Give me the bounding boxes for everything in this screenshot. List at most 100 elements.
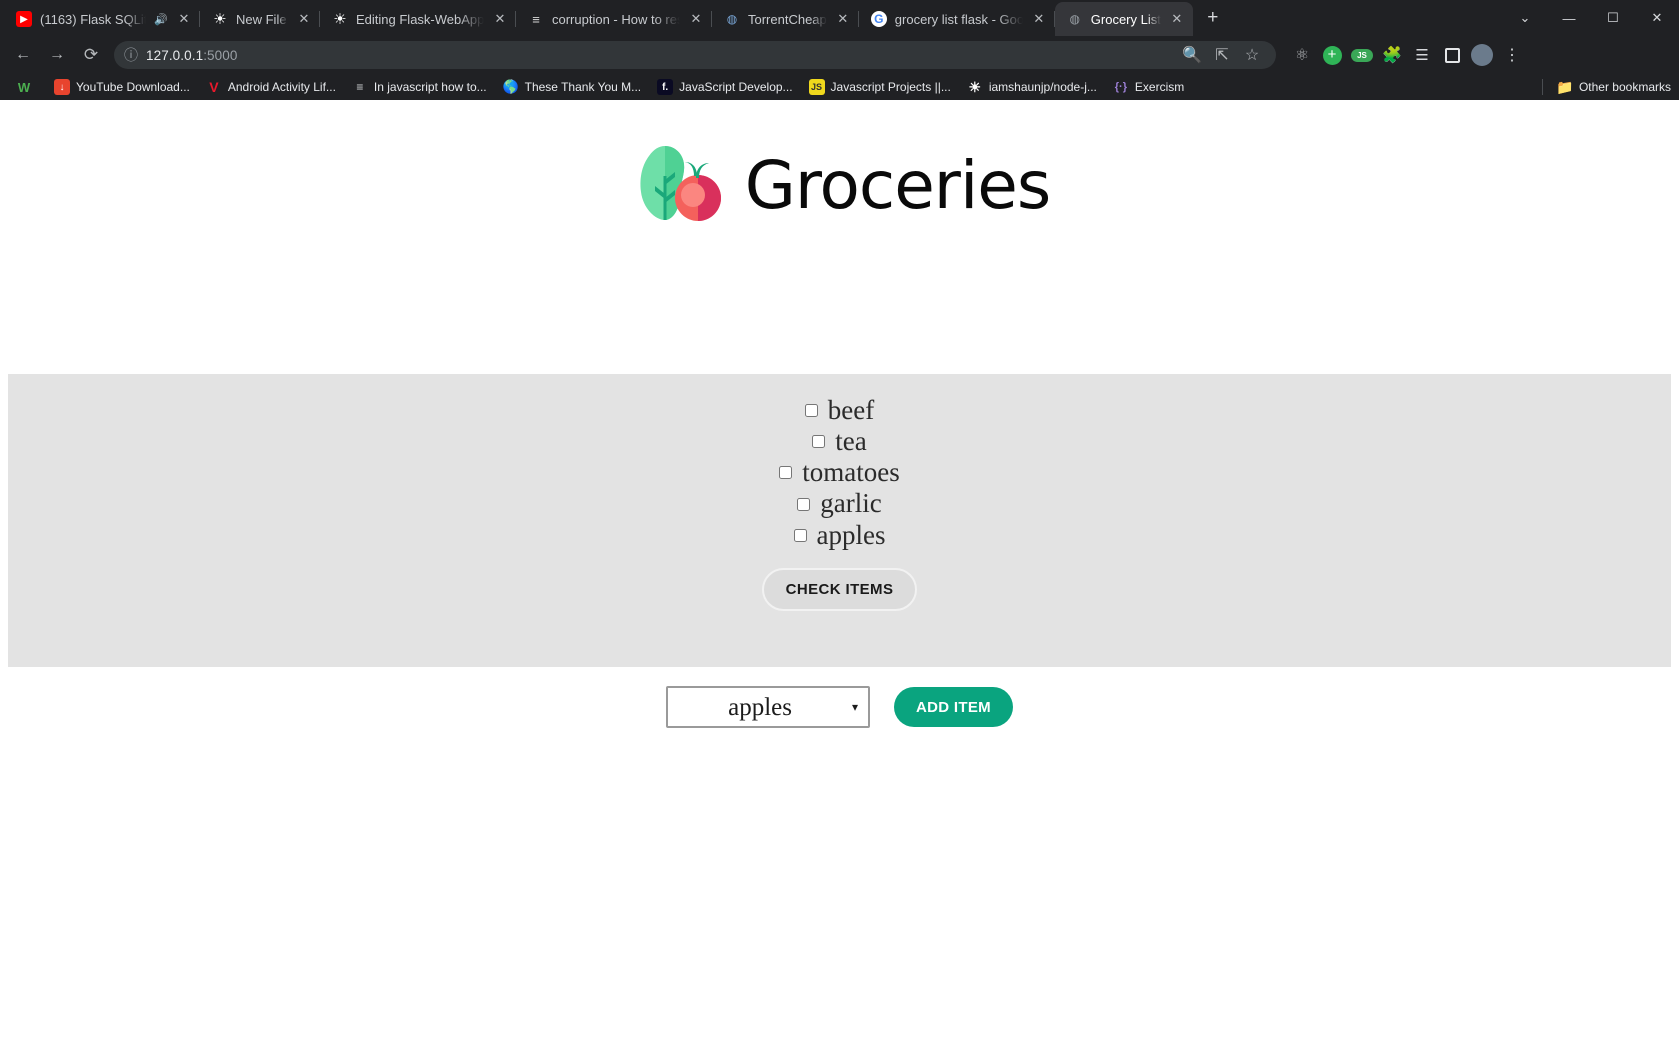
google-icon: G [870, 11, 887, 27]
bookmarks-bar: W ↓ YouTube Download... V Android Activi… [0, 74, 1679, 100]
window-controls: ⌄ — ☐ ✕ [1503, 0, 1679, 36]
tab-title: Grocery List [1090, 11, 1161, 27]
js-icon: JS [808, 79, 825, 95]
bookmark-label: YouTube Download... [76, 80, 190, 94]
share-icon[interactable]: ⇱ [1208, 41, 1236, 69]
bookmark-label: Android Activity Lif... [227, 80, 336, 94]
github-icon: ☀ [333, 11, 347, 27]
browser-tab-active[interactable]: ◍ Grocery List ✕ [1054, 2, 1193, 36]
grocery-item-list: beef tea tomatoes garlic apples [779, 395, 900, 552]
check-items-button[interactable]: CHECK ITEMS [761, 567, 918, 611]
browser-chrome: ▶ (1163) Flask SQLite W 🔊 ✕ ☀ New File ✕… [0, 0, 1679, 100]
puzzle-extensions-icon[interactable]: 🧩 [1378, 41, 1406, 69]
avatar[interactable] [1468, 41, 1496, 69]
tab-title: (1163) Flask SQLite W [40, 11, 147, 27]
item-checkbox[interactable] [812, 435, 826, 449]
medium-icon: V [209, 79, 219, 95]
tab-close-icon[interactable]: ✕ [1031, 11, 1047, 27]
list-item-label: beef [827, 395, 875, 425]
download-red-icon: ↓ [54, 79, 70, 95]
tab-title: grocery list flask - Google [894, 11, 1023, 27]
navigation-bar: ← → ⟳ ⓘ 127.0.0.1:5000 🔍 ⇱ ☆ ⚛ + JS 🧩 ☰ [0, 36, 1679, 74]
app-header: Groceries [0, 100, 1679, 229]
bookmark-item[interactable]: V Android Activity Lif... [198, 76, 344, 98]
bookmark-item[interactable]: 🌎 These Thank You M... [495, 76, 650, 98]
item-select[interactable]: apples beef tea tomatoes garlic [666, 686, 871, 728]
globe-icon: 🌎 [502, 79, 519, 94]
page-title: Groceries [744, 146, 1052, 224]
bookmark-label: Exercism [1134, 80, 1185, 94]
close-window-button[interactable]: ✕ [1635, 2, 1679, 34]
bookmark-star-icon[interactable]: ☆ [1238, 41, 1266, 69]
tab-close-icon[interactable]: ✕ [296, 11, 312, 27]
address-bar-url: 127.0.0.1:5000 [146, 48, 238, 63]
list-item[interactable]: garlic [797, 488, 882, 519]
tab-title: Editing Flask-WebApp/RE [356, 11, 484, 27]
tab-close-icon[interactable]: ✕ [492, 11, 508, 27]
item-select-wrapper: apples beef tea tomatoes garlic ▾ [666, 686, 871, 728]
browser-tab[interactable]: ☀ New File ✕ [200, 2, 320, 36]
browser-tab[interactable]: ▶ (1163) Flask SQLite W 🔊 ✕ [4, 2, 200, 36]
maximize-button[interactable]: ☐ [1591, 2, 1635, 34]
page-content: Groceries beef tea tomatoes garlic apple… [0, 100, 1679, 1049]
site-info-icon[interactable]: ⓘ [124, 45, 138, 65]
zoom-icon[interactable]: 🔍 [1178, 41, 1206, 69]
bookmark-item[interactable]: W [8, 76, 46, 98]
address-bar[interactable]: ⓘ 127.0.0.1:5000 🔍 ⇱ ☆ [114, 41, 1276, 69]
bookmark-item[interactable]: ☀ iamshaunjp/node-j... [959, 76, 1105, 98]
tab-title: New File [236, 11, 287, 27]
bookmark-label: In javascript how to... [373, 80, 487, 94]
tab-close-icon[interactable]: ✕ [688, 11, 704, 27]
browser-tab[interactable]: G grocery list flask - Google ✕ [859, 2, 1055, 36]
browser-menu-button[interactable]: ⋮ [1498, 41, 1526, 69]
bookmark-label: iamshaunjp/node-j... [988, 80, 1097, 94]
back-button[interactable]: ← [8, 40, 38, 70]
bookmark-item[interactable]: ↓ YouTube Download... [46, 76, 198, 98]
bookmark-item[interactable]: JS Javascript Projects ||... [801, 76, 959, 98]
bookmark-item[interactable]: {·} Exercism [1105, 76, 1192, 98]
item-checkbox[interactable] [797, 497, 811, 511]
github-icon: ☀ [213, 11, 227, 27]
groceries-leaf-apple-logo [629, 142, 727, 229]
list-item[interactable]: beef [804, 395, 875, 425]
new-tab-button[interactable]: + [1199, 5, 1227, 33]
tab-audio-icon[interactable]: 🔊 [154, 13, 168, 26]
react-devtools-icon[interactable]: ⚛ [1288, 41, 1316, 69]
bookmark-label: These Thank You M... [524, 80, 642, 94]
tab-title: TorrentCheap [748, 11, 827, 27]
list-item-label: apples [816, 519, 886, 550]
stackoverflow-icon: ≡ [356, 80, 364, 94]
tab-close-icon[interactable]: ✕ [176, 11, 192, 27]
item-checkbox[interactable] [793, 528, 807, 542]
other-bookmarks-area: 📁 Other bookmarks [1534, 79, 1671, 95]
url-host: 127.0.0.1 [146, 47, 204, 63]
reload-button[interactable]: ⟳ [76, 40, 106, 70]
bookmark-item[interactable]: f. JavaScript Develop... [649, 76, 800, 98]
w3schools-icon: W [17, 79, 31, 95]
extensions-area: ⚛ + JS 🧩 ☰ ⋮ [1282, 41, 1526, 69]
stackoverflow-icon: ≡ [532, 11, 540, 27]
generic-site-icon: ◍ [726, 12, 738, 26]
tab-close-icon[interactable]: ✕ [1169, 11, 1185, 27]
tab-close-icon[interactable]: ✕ [835, 11, 851, 27]
javascript-icon[interactable]: JS [1348, 41, 1376, 69]
add-item-button[interactable]: ADD ITEM [894, 687, 1013, 727]
browser-tab[interactable]: ☀ Editing Flask-WebApp/RE ✕ [320, 2, 516, 36]
omnibox-actions: 🔍 ⇱ ☆ [1178, 41, 1266, 69]
item-checkbox[interactable] [779, 466, 793, 480]
freecodecamp-icon: f. [657, 79, 674, 95]
add-green-icon[interactable]: + [1318, 41, 1346, 69]
list-item[interactable]: tomatoes [779, 458, 900, 487]
browser-tab[interactable]: ◍ TorrentCheap ✕ [712, 2, 859, 36]
item-checkbox[interactable] [804, 404, 818, 418]
forward-button[interactable]: → [42, 40, 72, 70]
list-item[interactable]: tea [812, 426, 867, 456]
minimize-button[interactable]: — [1547, 2, 1591, 34]
reading-list-icon[interactable]: ☰ [1408, 41, 1436, 69]
browser-tab[interactable]: ≡ corruption - How to resol ✕ [516, 2, 712, 36]
list-item[interactable]: apples [793, 519, 886, 550]
bookmark-item[interactable]: ≡ In javascript how to... [344, 76, 495, 98]
side-panel-icon[interactable] [1438, 41, 1466, 69]
tab-search-chevron-down-icon[interactable]: ⌄ [1503, 2, 1547, 34]
list-item-label: garlic [820, 488, 882, 519]
